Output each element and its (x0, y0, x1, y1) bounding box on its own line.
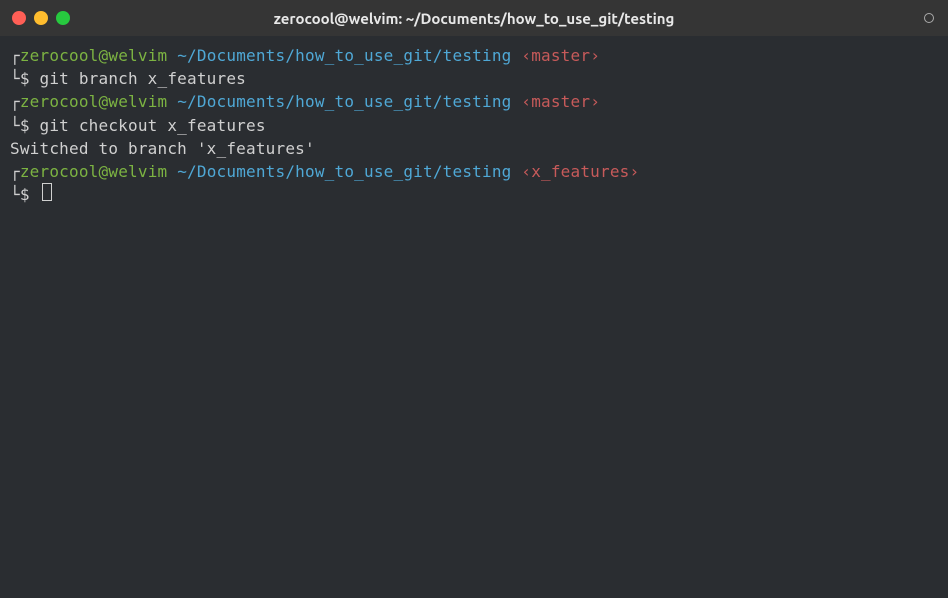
prompt-host: welvim (108, 90, 167, 113)
command-line[interactable]: └$ (10, 183, 938, 206)
prompt-corner-icon: ┌ (10, 44, 20, 67)
prompt-user: zerocool (20, 160, 99, 183)
prompt-line: ┌zerocool@welvim ~/Documents/how_to_use_… (10, 90, 938, 113)
prompt-host: welvim (108, 160, 167, 183)
prompt-line: ┌zerocool@welvim ~/Documents/how_to_use_… (10, 44, 938, 67)
prompt-branch-open: ‹ (512, 90, 532, 113)
prompt-corner-icon: └ (10, 183, 20, 206)
menu-ring-icon[interactable] (924, 13, 934, 23)
prompt-dollar: $ (20, 67, 40, 90)
terminal-body[interactable]: ┌zerocool@welvim ~/Documents/how_to_use_… (0, 36, 948, 598)
prompt-branch-close: › (630, 160, 640, 183)
prompt-branch-close: › (590, 44, 600, 67)
cursor-icon (42, 183, 52, 201)
terminal-window: zerocool@welvim: ~/Documents/how_to_use_… (0, 0, 948, 598)
prompt-host: welvim (108, 44, 167, 67)
prompt-path: ~/Documents/how_to_use_git/testing (167, 44, 511, 67)
command-line: └$ git checkout x_features (10, 114, 938, 137)
prompt-path: ~/Documents/how_to_use_git/testing (167, 90, 511, 113)
prompt-dollar: $ (20, 114, 40, 137)
prompt-at: @ (99, 160, 109, 183)
prompt-branch-open: ‹ (512, 44, 532, 67)
prompt-user: zerocool (20, 44, 99, 67)
prompt-branch: master (531, 90, 590, 113)
prompt-branch-close: › (590, 90, 600, 113)
prompt-line: ┌zerocool@welvim ~/Documents/how_to_use_… (10, 160, 938, 183)
command-text: git checkout x_features (40, 114, 266, 137)
window-controls (12, 11, 70, 25)
prompt-corner-icon: ┌ (10, 90, 20, 113)
minimize-icon[interactable] (34, 11, 48, 25)
prompt-path: ~/Documents/how_to_use_git/testing (167, 160, 511, 183)
prompt-corner-icon: └ (10, 67, 20, 90)
close-icon[interactable] (12, 11, 26, 25)
maximize-icon[interactable] (56, 11, 70, 25)
prompt-at: @ (99, 90, 109, 113)
output-line: Switched to branch 'x_features' (10, 137, 938, 160)
prompt-branch-open: ‹ (512, 160, 532, 183)
output-text: Switched to branch 'x_features' (10, 137, 315, 160)
window-title: zerocool@welvim: ~/Documents/how_to_use_… (274, 10, 675, 27)
prompt-branch: x_features (531, 160, 629, 183)
prompt-at: @ (99, 44, 109, 67)
command-text: git branch x_features (40, 67, 247, 90)
titlebar[interactable]: zerocool@welvim: ~/Documents/how_to_use_… (0, 0, 948, 36)
prompt-branch: master (531, 44, 590, 67)
prompt-corner-icon: ┌ (10, 160, 20, 183)
prompt-dollar: $ (20, 183, 40, 206)
prompt-corner-icon: └ (10, 114, 20, 137)
prompt-user: zerocool (20, 90, 99, 113)
command-line: └$ git branch x_features (10, 67, 938, 90)
